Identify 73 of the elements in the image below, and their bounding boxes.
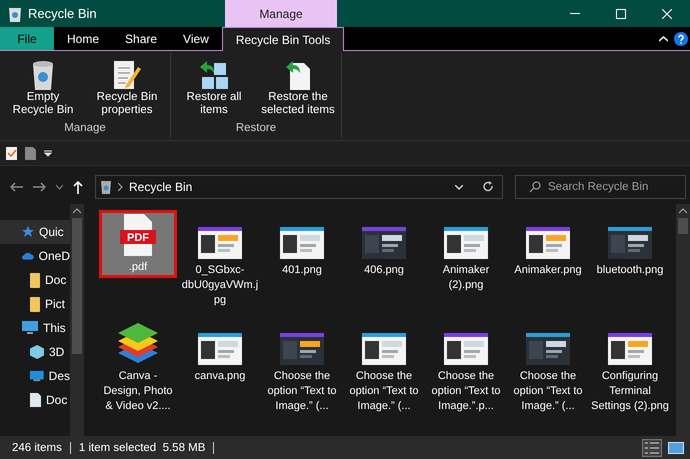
document-pencil-icon	[112, 59, 142, 91]
cloud-icon	[22, 251, 34, 261]
cube-icon	[30, 345, 44, 359]
search-icon	[529, 181, 541, 193]
file-item[interactable]: Choose the option “Text to Image.” (...	[263, 316, 341, 422]
folder-icon	[30, 296, 40, 312]
ribbon-button[interactable]: Empty Recycle Bin	[2, 57, 84, 119]
maximize-icon	[616, 8, 626, 18]
sidebar-item[interactable]: Quic	[0, 220, 70, 244]
file-item[interactable]: 0_SGbxc-dbU0gyaVWm.jpg	[181, 210, 259, 316]
scroll-thumb[interactable]	[678, 218, 688, 234]
close-icon	[662, 8, 672, 18]
back-button[interactable]	[8, 182, 25, 192]
sidebar-item[interactable]: This	[0, 316, 70, 340]
search-field[interactable]: Search Recycle Bin	[515, 175, 686, 199]
selection-info: 1 item selected 5.58 MB	[78, 442, 206, 454]
restore-grid-icon	[198, 59, 230, 91]
customize-dropdown-icon[interactable]	[44, 150, 52, 156]
file-item[interactable]: Animaker (2).png	[427, 210, 505, 316]
stacked-layers-icon	[116, 321, 160, 365]
file-item[interactable]: Choose the option “Text to Image.” (...	[345, 316, 423, 422]
up-button[interactable]	[71, 180, 85, 194]
file-item[interactable]: Choose the option “Text to Image.” (...	[509, 316, 587, 422]
group-label: Manage	[64, 122, 106, 134]
details-view-button[interactable]	[642, 438, 662, 456]
computer-icon	[22, 321, 38, 335]
dropdown-icon[interactable]	[455, 184, 463, 190]
chevron-right-icon	[118, 183, 123, 191]
ribbon-tab[interactable]: Recycle Bin Tools	[222, 27, 344, 51]
collapse-ribbon-icon[interactable]	[659, 36, 668, 42]
properties-check-icon[interactable]	[6, 146, 17, 160]
ribbon-button[interactable]: Restore all items	[173, 57, 255, 119]
context-tab-label: Manage	[225, 0, 337, 27]
sidebar-item[interactable]: OneD	[0, 244, 70, 268]
scroll-thumb[interactable]	[72, 218, 82, 354]
sidebar-item[interactable]: Doc	[0, 268, 70, 292]
refresh-icon[interactable]	[483, 181, 494, 193]
recent-locations-button[interactable]	[54, 184, 65, 190]
file-item[interactable]: Choose the option “Text to Image.”.p...	[427, 316, 505, 422]
star-icon	[22, 226, 34, 238]
file-item[interactable]: 406.png	[345, 210, 423, 316]
minimize-icon	[570, 13, 580, 14]
forward-button[interactable]	[31, 182, 48, 192]
document-icon	[30, 393, 41, 407]
file-item[interactable]: 401.png	[263, 210, 341, 316]
folder-icon	[30, 272, 40, 288]
desktop-icon	[30, 370, 44, 382]
file-item[interactable]: canva.png	[181, 316, 259, 422]
recycle-bin-icon	[8, 6, 22, 22]
ribbon-button[interactable]: Recycle Bin properties	[86, 57, 168, 119]
sidebar-scrollbar[interactable]	[70, 204, 84, 436]
recycle-bin-icon	[100, 180, 112, 194]
address-bar[interactable]: Recycle Bin	[95, 175, 503, 199]
file-item[interactable]: Animaker.png	[509, 210, 587, 316]
ribbon-button[interactable]: Restore the selected items	[257, 57, 339, 119]
file-item[interactable]: Configuring Terminal Settings (2).png	[591, 316, 669, 422]
file-item[interactable]: Canva - Design, Photo & Video v2....	[99, 316, 177, 422]
item-count: 246 items	[12, 442, 62, 454]
sidebar-item[interactable]: 3D	[0, 340, 70, 364]
file-item[interactable]: PDF .pdf	[99, 210, 177, 278]
group-label: Restore	[236, 122, 276, 134]
sidebar-item[interactable]: Des	[0, 364, 70, 388]
document-icon[interactable]	[25, 146, 36, 160]
window-title: Recycle Bin	[28, 6, 97, 21]
sidebar-item[interactable]: Pict	[0, 292, 70, 316]
file-item[interactable]: bluetooth.png	[591, 210, 669, 316]
recycle-bin-icon	[30, 59, 56, 91]
content-scrollbar[interactable]	[676, 204, 690, 436]
ribbon-tab[interactable]: File	[0, 27, 54, 50]
restore-file-icon	[284, 59, 312, 91]
sidebar-item[interactable]: Doc	[0, 388, 70, 412]
address-path: Recycle Bin	[129, 180, 192, 194]
help-icon[interactable]	[674, 32, 688, 46]
